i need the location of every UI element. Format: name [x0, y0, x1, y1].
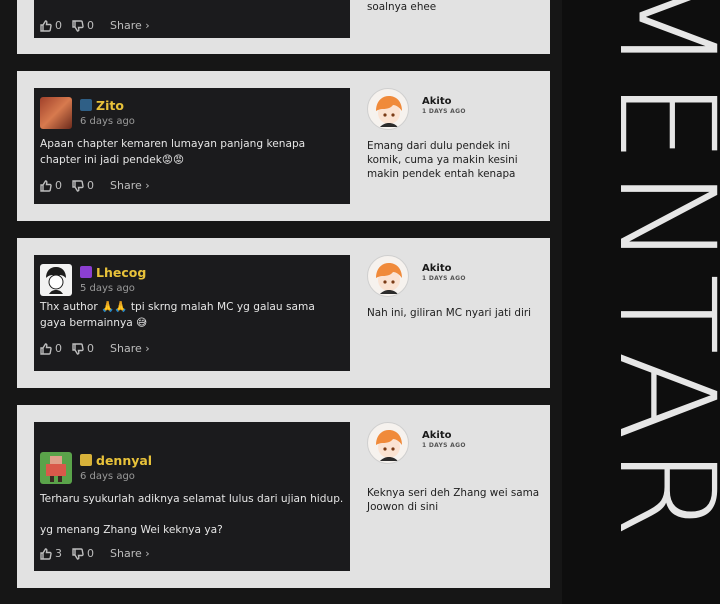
- like-button[interactable]: 0: [40, 342, 62, 355]
- share-button[interactable]: Share ›: [110, 547, 150, 560]
- avatar-image-icon: [46, 456, 66, 482]
- like-button[interactable]: 3: [40, 547, 62, 560]
- share-button[interactable]: Share ›: [110, 342, 150, 355]
- reply-avatar[interactable]: [367, 255, 409, 297]
- reply-avatar[interactable]: [367, 422, 409, 464]
- anime-avatar-icon: [376, 430, 402, 461]
- username[interactable]: Lhecog: [80, 264, 146, 280]
- reply-username[interactable]: Akito: [422, 263, 451, 274]
- comment-box: dennyal 6 days ago Terharu syukurlah adi…: [34, 422, 350, 571]
- dislike-button[interactable]: 0: [72, 342, 94, 355]
- thumbs-down-icon: [72, 342, 84, 355]
- avatar-image-icon: [46, 267, 66, 294]
- reply-username[interactable]: Akito: [422, 96, 451, 107]
- comment-actions: 0 0 Share ›: [40, 342, 150, 355]
- thumbs-down-icon: [72, 547, 84, 560]
- reply-text: Emang dari dulu pendek ini komik, cuma y…: [367, 140, 518, 180]
- comment-header: Zito 6 days ago: [40, 97, 135, 129]
- avatar[interactable]: [40, 264, 72, 296]
- reply-date: 1 DAYS AGO: [422, 275, 466, 282]
- comment-actions: 3 0 Share ›: [40, 547, 150, 560]
- user-badge-icon: [80, 99, 92, 111]
- reply-text: Nah ini, giliran MC nyari jati diri: [367, 307, 532, 319]
- comment-header: Lhecog 5 days ago: [40, 264, 146, 296]
- share-button[interactable]: Share ›: [110, 179, 150, 192]
- dislike-button[interactable]: 0: [72, 19, 94, 32]
- comment-actions: 0 0 Share ›: [40, 19, 150, 32]
- thread-card-partial: 0 0 Share › soalnya ehee: [17, 0, 550, 54]
- thread-card: dennyal 6 days ago Terharu syukurlah adi…: [17, 405, 550, 588]
- comment-box: 0 0 Share ›: [34, 0, 350, 38]
- avatar[interactable]: [40, 97, 72, 129]
- reply-text: soalnya ehee: [367, 1, 437, 13]
- thumbs-up-icon: [40, 547, 52, 560]
- thumbs-down-icon: [72, 19, 84, 32]
- reply-text: Keknya seri deh Zhang wei sama Joowon di…: [367, 487, 540, 513]
- comment-box: Zito 6 days ago Apaan chapter kemaren lu…: [34, 88, 350, 204]
- user-badge-icon: [80, 266, 92, 278]
- comment-text: Apaan chapter kemaren lumayan panjang ke…: [40, 138, 306, 166]
- reply-date: 1 DAYS AGO: [422, 442, 466, 449]
- comment-date: 6 days ago: [80, 116, 135, 127]
- dislike-button[interactable]: 0: [72, 179, 94, 192]
- thread-card: Lhecog 5 days ago Thx author 🙏🙏 tpi skrn…: [17, 238, 550, 388]
- dislike-button[interactable]: 0: [72, 547, 94, 560]
- comment-date: 5 days ago: [80, 283, 135, 294]
- thumbs-up-icon: [40, 19, 52, 32]
- comment-header: dennyal 6 days ago: [40, 452, 152, 484]
- username[interactable]: dennyal: [80, 452, 152, 468]
- share-button[interactable]: Share ›: [110, 19, 150, 32]
- username[interactable]: Zito: [80, 97, 135, 113]
- comment-text: Terharu syukurlah adiknya selamat lulus …: [40, 493, 344, 536]
- like-button[interactable]: 0: [40, 179, 62, 192]
- thumbs-down-icon: [72, 179, 84, 192]
- thumbs-up-icon: [40, 342, 52, 355]
- side-title-banner: MENTAR: [562, 0, 720, 604]
- comment-date: 6 days ago: [80, 471, 135, 482]
- anime-avatar-icon: [376, 96, 402, 127]
- like-button[interactable]: 0: [40, 19, 62, 32]
- thread-card: Zito 6 days ago Apaan chapter kemaren lu…: [17, 71, 550, 221]
- comment-text: Thx author 🙏🙏 tpi skrng malah MC yg gala…: [40, 301, 315, 329]
- reply-username[interactable]: Akito: [422, 430, 451, 441]
- comment-actions: 0 0 Share ›: [40, 179, 150, 192]
- user-badge-icon: [80, 454, 92, 466]
- comment-box: Lhecog 5 days ago Thx author 🙏🙏 tpi skrn…: [34, 255, 350, 371]
- reply-date: 1 DAYS AGO: [422, 108, 466, 115]
- reply-avatar[interactable]: [367, 88, 409, 130]
- anime-avatar-icon: [376, 263, 402, 294]
- side-title-text: MENTAR: [589, 0, 720, 545]
- thumbs-up-icon: [40, 179, 52, 192]
- avatar[interactable]: [40, 452, 72, 484]
